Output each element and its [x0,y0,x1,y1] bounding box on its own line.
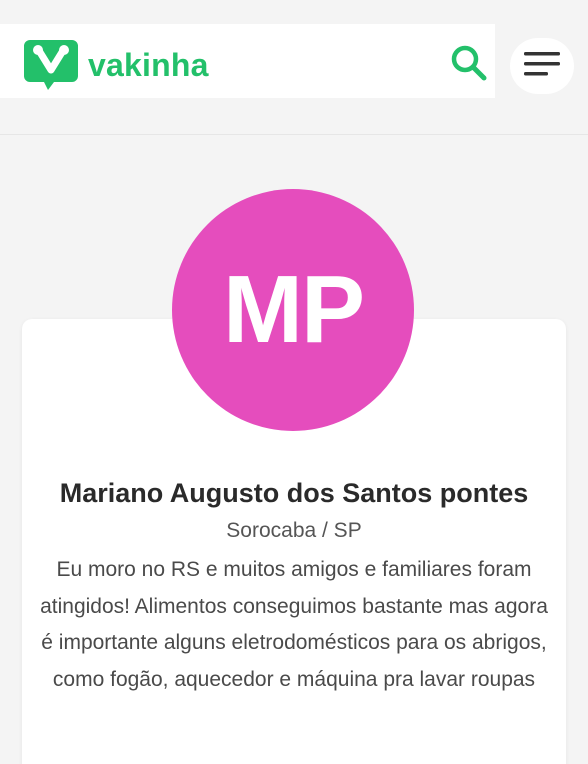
menu-button[interactable] [510,38,574,94]
vakinha-logo-icon [24,40,78,90]
avatar: MP [172,189,414,431]
profile-description: Eu moro no RS e muitos amigos e familiar… [40,558,548,691]
site-header: vakinha [0,0,588,135]
profile-location: Sorocaba / SP [226,519,362,542]
header-divider [0,134,588,135]
logo[interactable]: vakinha [24,40,209,90]
profile-name: Mariano Augusto dos Santos pontes [59,478,529,508]
avatar-initials: MP [223,256,365,363]
search-button[interactable] [446,42,492,88]
hamburger-menu-icon [524,51,560,82]
search-icon [449,43,489,88]
logo-text: vakinha [88,46,209,83]
